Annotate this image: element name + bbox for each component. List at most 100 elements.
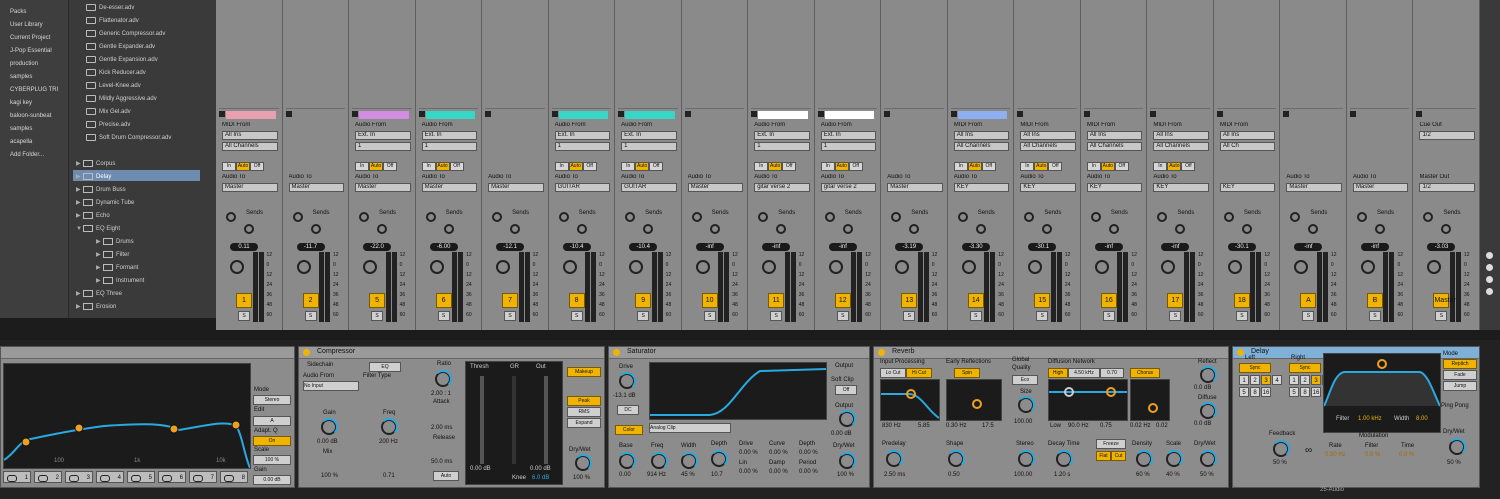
disclosure-triangle-icon[interactable]: ▶	[76, 186, 83, 193]
filter-label[interactable]: Filter	[1336, 416, 1349, 422]
pan-knob[interactable]	[1161, 260, 1176, 274]
ratio-value[interactable]: 2.00 : 1	[431, 391, 451, 397]
clip-stop-button[interactable]	[618, 111, 625, 117]
period-value[interactable]: 0.00 %	[799, 469, 818, 475]
output-dropdown[interactable]: GUITAR	[621, 183, 677, 192]
pan-knob[interactable]	[562, 260, 577, 274]
disclosure-triangle-icon[interactable]: ▶	[76, 199, 83, 206]
type-dropdown[interactable]: Analog Clip	[649, 423, 731, 433]
send-a-knob[interactable]	[758, 212, 769, 222]
send-b-knob[interactable]	[377, 224, 388, 234]
send-a-knob[interactable]	[891, 212, 902, 222]
solo-button[interactable]: S	[371, 311, 384, 321]
clip-slot-area[interactable]	[817, 0, 878, 109]
monitor-in-button[interactable]: In	[1020, 162, 1035, 171]
pan-knob[interactable]	[1294, 260, 1309, 274]
right-beat-button[interactable]: 3	[1311, 375, 1321, 385]
send-b-knob[interactable]	[1175, 224, 1186, 234]
browser-folder-item[interactable]: ▶ Instrument	[96, 277, 144, 284]
decay-knob[interactable]	[1055, 450, 1073, 468]
chorus-toggle[interactable]: Chorus	[1130, 368, 1160, 378]
solo-button[interactable]: S	[570, 311, 583, 321]
eq-band-selector[interactable]: 4	[96, 471, 124, 483]
monitor-off-button[interactable]: Off	[981, 162, 996, 171]
send-a-knob[interactable]	[1090, 212, 1101, 222]
returns-toggle-icon[interactable]	[1486, 276, 1493, 283]
curve-value[interactable]: 0.00 %	[769, 450, 788, 456]
clip-color-bar[interactable]	[957, 111, 1008, 119]
send-a-knob[interactable]	[1223, 212, 1234, 222]
high-freq-value[interactable]: 4.50 kHz	[1068, 368, 1100, 378]
monitor-in-button[interactable]: In	[1153, 162, 1168, 171]
left-sync-toggle[interactable]: Sync	[1239, 363, 1271, 373]
input-channel-dropdown[interactable]: 1	[754, 142, 810, 151]
right-beat-button[interactable]: 16	[1311, 387, 1321, 397]
track-volume-field[interactable]: -inf	[695, 243, 724, 251]
track-volume-field[interactable]: -inf	[1294, 243, 1323, 251]
send-b-knob[interactable]	[310, 224, 321, 234]
clip-stop-button[interactable]	[418, 111, 425, 117]
track-volume-field[interactable]: -3.19	[895, 243, 924, 251]
knee-value[interactable]: 6.0 dB	[532, 475, 549, 481]
solo-button[interactable]: S	[1102, 311, 1115, 321]
output-dropdown[interactable]: Master	[488, 183, 544, 192]
link-icon[interactable]: ∞	[1305, 445, 1312, 456]
monitor-in-button[interactable]: In	[1086, 162, 1101, 171]
rate-value[interactable]: 0.50 Hz	[1325, 452, 1346, 458]
audio-from-dropdown[interactable]: No Input	[303, 381, 359, 391]
output-dropdown[interactable]: KEY	[1219, 183, 1276, 192]
power-icon[interactable]	[878, 349, 885, 356]
browser-place-item[interactable]: Packs	[10, 9, 26, 15]
monitor-auto-button[interactable]: Auto	[1100, 162, 1115, 171]
monitor-auto-button[interactable]: Auto	[635, 162, 650, 171]
drywet-knob[interactable]	[1199, 450, 1217, 468]
monitor-in-button[interactable]: In	[953, 162, 968, 171]
monitor-off-button[interactable]: Off	[1114, 162, 1129, 171]
monitor-auto-button[interactable]: Auto	[1167, 162, 1182, 171]
track-activator-button[interactable]: 8	[568, 293, 585, 308]
monitor-in-button[interactable]: In	[754, 162, 769, 171]
browser-folder-item[interactable]: ▶ Corpus	[76, 160, 115, 167]
track-activator-button[interactable]: 6	[435, 293, 452, 308]
browser-place-item[interactable]: kagi key	[10, 100, 32, 106]
thresh-value[interactable]: 0.00 dB	[470, 466, 491, 472]
eq-scale-field[interactable]: 100 %	[253, 455, 291, 465]
monitor-off-button[interactable]: Off	[848, 162, 863, 171]
disclosure-triangle-icon[interactable]: ▶	[76, 212, 83, 219]
clip-slot-area[interactable]	[551, 0, 612, 109]
ratio-knob[interactable]	[434, 370, 452, 388]
drywet-value[interactable]: 100 %	[837, 472, 854, 478]
width-knob[interactable]	[680, 452, 698, 470]
track-volume-field[interactable]: -inf	[1360, 243, 1389, 251]
track-volume-field[interactable]: -inf	[1161, 243, 1190, 251]
hi-cut-toggle[interactable]: Hi Cut	[906, 368, 932, 378]
clip-slot-area[interactable]	[684, 0, 745, 109]
send-a-knob[interactable]	[625, 212, 636, 222]
base-value[interactable]: 0.00	[619, 472, 631, 478]
browser-file-item[interactable]: Mix Gel.adv	[86, 108, 131, 115]
delay-filter-display[interactable]: Filter 1.00 kHz Width 8.00	[1323, 353, 1441, 433]
solo-button[interactable]: S	[304, 311, 317, 321]
pan-knob[interactable]	[1427, 260, 1442, 274]
sends-toggle-icon[interactable]	[1486, 264, 1493, 271]
left-beat-button[interactable]: 1	[1239, 375, 1249, 385]
clip-slot-area[interactable]	[285, 0, 346, 109]
track-activator-button[interactable]: 5	[369, 293, 386, 308]
clip-slot-area[interactable]	[1083, 0, 1144, 109]
pan-knob[interactable]	[1227, 260, 1242, 274]
browser-folder-item[interactable]: ▶ Erosion	[76, 303, 116, 310]
spin-toggle[interactable]: Spin	[954, 368, 980, 378]
track-activator-button[interactable]: 14	[967, 293, 984, 308]
clip-stop-button[interactable]	[1416, 111, 1423, 117]
send-b-knob[interactable]	[443, 224, 454, 234]
predelay-value[interactable]: 2.50 ms	[884, 472, 905, 478]
early-reflections-display[interactable]	[946, 379, 1002, 421]
browser-file-item[interactable]: De-esser.adv	[86, 4, 134, 11]
send-b-knob[interactable]	[510, 224, 521, 234]
track-activator-button[interactable]: 10	[701, 293, 718, 308]
clip-color-bar[interactable]	[824, 111, 875, 119]
input-source-dropdown[interactable]: 1/2	[1419, 131, 1475, 140]
clip-slot-area[interactable]	[884, 0, 944, 109]
track-activator-button[interactable]: 7	[502, 293, 519, 308]
monitor-auto-button[interactable]: Auto	[768, 162, 783, 171]
